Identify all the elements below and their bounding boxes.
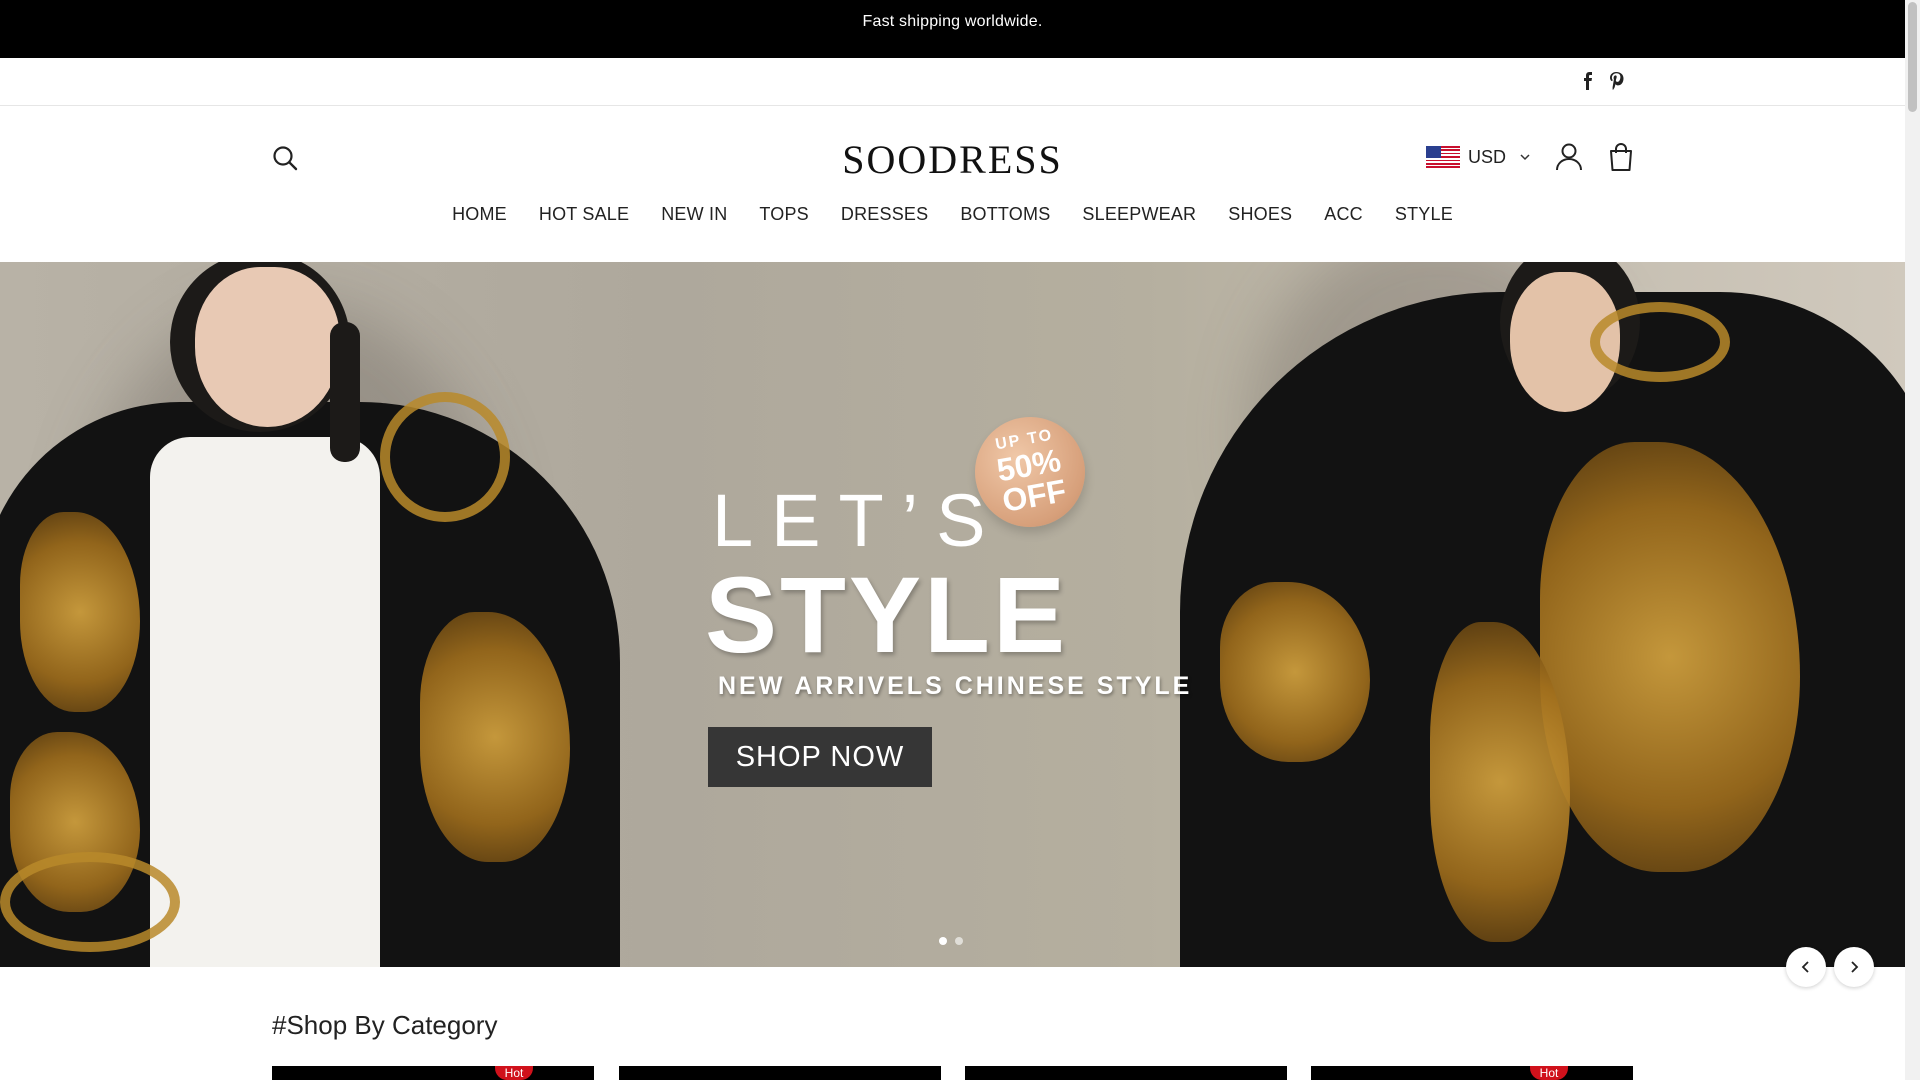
nav-item-bottoms[interactable]: BOTTOMS	[944, 204, 1066, 225]
nav-item-hot-sale[interactable]: HOT SALE	[523, 204, 645, 225]
site-header: SOODRESS USD HOME HOT SALE NEW IN TOPS D…	[0, 106, 1905, 262]
slide-dot-2[interactable]	[955, 937, 963, 945]
category-card[interactable]: Hot	[1311, 1066, 1633, 1080]
pinterest-icon[interactable]	[1608, 71, 1624, 91]
social-bar	[0, 58, 1905, 106]
shop-by-category-title: #Shop By Category	[272, 1010, 498, 1040]
announcement-bar: Fast shipping worldwide.	[0, 0, 1905, 58]
site-logo[interactable]: SOODRESS	[760, 136, 1145, 183]
hero-headline-style: STYLE	[705, 554, 1069, 675]
chevron-left-icon	[1801, 961, 1809, 973]
social-links	[1580, 71, 1624, 91]
chevron-down-icon	[1520, 154, 1530, 161]
slide-dot-1[interactable]	[939, 937, 947, 945]
category-card[interactable]	[619, 1066, 941, 1080]
search-icon[interactable]	[271, 144, 299, 172]
bag-icon[interactable]	[1607, 142, 1635, 172]
nav-item-style[interactable]: STYLE	[1379, 204, 1469, 225]
shop-now-button[interactable]: SHOP NOW	[708, 727, 932, 787]
storefront-page: Fast shipping worldwide. SOODRESS USD HO…	[0, 0, 1905, 1080]
currency-label: USD	[1468, 146, 1507, 167]
nav-item-new-in[interactable]: NEW IN	[645, 204, 743, 225]
slider-prev-button[interactable]	[1786, 947, 1826, 987]
nav-item-sleepwear[interactable]: SLEEPWEAR	[1066, 204, 1212, 225]
hot-badge: Hot	[1530, 1066, 1568, 1080]
currency-selector[interactable]: USD	[1426, 146, 1530, 168]
nav-item-acc[interactable]: ACC	[1308, 204, 1379, 225]
facebook-icon[interactable]	[1580, 71, 1596, 91]
hero-subtitle: NEW ARRIVELS CHINESE STYLE	[718, 672, 1193, 700]
hero-headline-lets: LET’S	[712, 479, 1004, 562]
hero-banner[interactable]: UP TO 50% OFF LET’S STYLE NEW ARRIVELS C…	[0, 262, 1905, 967]
page-scrollbar[interactable]	[1905, 0, 1920, 1080]
slider-next-button[interactable]	[1834, 947, 1874, 987]
hot-badge: Hot	[495, 1066, 533, 1080]
nav-item-dresses[interactable]: DRESSES	[825, 204, 944, 225]
user-icon[interactable]	[1554, 142, 1584, 172]
scrollbar-thumb[interactable]	[1908, 2, 1917, 112]
nav-item-home[interactable]: HOME	[436, 204, 523, 225]
nav-item-shoes[interactable]: SHOES	[1212, 204, 1308, 225]
us-flag-icon	[1426, 146, 1460, 168]
announcement-text: Fast shipping worldwide.	[862, 13, 1043, 30]
category-card[interactable]: Hot	[272, 1066, 594, 1080]
category-card[interactable]	[965, 1066, 1287, 1080]
nav-item-tops[interactable]: TOPS	[743, 204, 824, 225]
slider-dots	[939, 937, 963, 945]
chevron-right-icon	[1851, 961, 1859, 973]
main-nav: HOME HOT SALE NEW IN TOPS DRESSES BOTTOM…	[0, 204, 1905, 225]
